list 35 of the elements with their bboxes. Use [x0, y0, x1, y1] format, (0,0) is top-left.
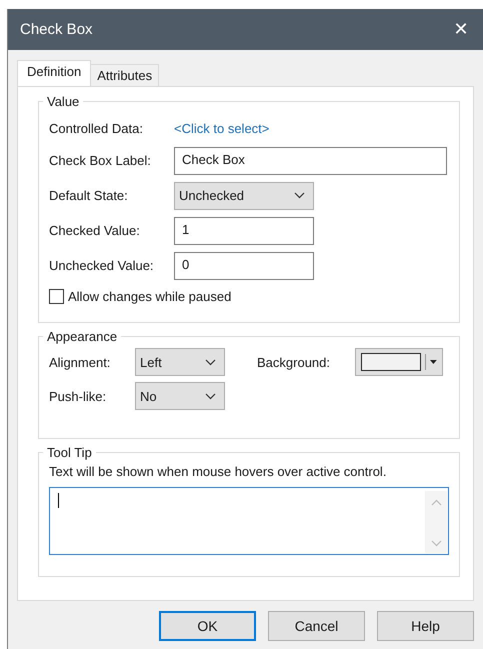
scroll-bar[interactable]	[425, 491, 447, 553]
description-text: Text will be shown when mouse hovers over active control.	[49, 464, 388, 479]
color-picker[interactable]	[355, 348, 443, 376]
checkbox[interactable]	[49, 289, 64, 304]
input-field[interactable]: 0	[174, 252, 314, 280]
dialog-button[interactable]: OK	[159, 611, 256, 641]
tab[interactable]: Definition	[17, 60, 92, 86]
input-field[interactable]: 1	[174, 216, 314, 244]
select-link[interactable]: <Click to select>	[174, 120, 270, 136]
group-title: Value	[46, 94, 80, 109]
tab[interactable]: Attributes	[90, 64, 160, 86]
field-label: Controlled Data:	[49, 120, 144, 136]
group-title: Tool Tip	[46, 445, 93, 460]
field-label: Push-like:	[49, 388, 108, 404]
dialog-button[interactable]: Cancel	[268, 611, 365, 641]
chevron-icon	[294, 192, 305, 199]
dropdown-arrow-icon	[430, 360, 437, 364]
group-title: Appearance	[46, 329, 118, 344]
field-label: Default State:	[49, 188, 129, 203]
field-label: Check Box Label:	[49, 153, 152, 168]
chevron-icon	[205, 358, 216, 366]
field-label: Unchecked Value:	[49, 258, 155, 273]
dialog-button[interactable]: Help	[377, 611, 474, 641]
window-title: Check Box	[20, 21, 93, 38]
close-button[interactable]: ✕	[439, 9, 483, 50]
text-area[interactable]	[49, 487, 449, 555]
input-field[interactable]: Check Box	[174, 146, 447, 174]
dropdown[interactable]: Unchecked	[174, 182, 314, 210]
checkbox-label: Allow changes while paused	[68, 289, 232, 304]
field-label: Background:	[257, 354, 331, 370]
dropdown[interactable]: No	[135, 382, 225, 410]
field-label: Alignment:	[49, 354, 112, 370]
field-label: Checked Value:	[49, 223, 141, 238]
chevron-icon	[205, 392, 216, 400]
dropdown[interactable]: Left	[135, 348, 225, 376]
